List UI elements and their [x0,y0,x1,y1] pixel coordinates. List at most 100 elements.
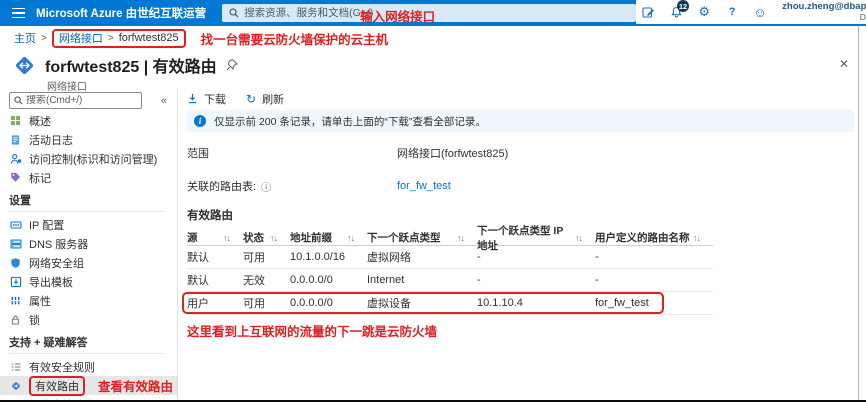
pin-icon[interactable] [226,59,238,71]
tag-icon [9,172,22,183]
refresh-button[interactable]: ↻ 刷新 [246,91,284,107]
breadcrumb-annotation: 找一台需要云防火墙保护的云主机 [201,29,389,48]
search-annotation: 输入网络接口 [360,6,435,25]
sidebar-section-settings: 设置 [0,187,177,210]
azure-portal-window: Microsoft Azure 由世纪互联运营 输入网络接口 12 ⚙ ? ☺ … [0,0,866,402]
table-header-row: 源↑↓ 状态↑↓ 地址前缀↑↓ 下一个跃点类型↑↓ 下一个跃点类型 IP 地址↑… [187,230,713,246]
sort-icon: ↑↓ [270,233,277,243]
table-annotation: 这里看到上互联网的流量的下一跳是云防火墙 [187,321,854,340]
dns-server-icon [9,238,22,250]
account-org: DBAPP [782,13,866,22]
feedback-smiley-icon[interactable]: ☺ [748,1,772,23]
sidebar-item-ip-config[interactable]: IP 配置 [0,215,177,234]
scope-row: 范围 网络接口(forfwtest825) [187,145,854,161]
route-table-label: 关联的路由表: [187,178,256,194]
breadcrumb: 主页 > 网络接口 > forfwtest825 找一台需要云防火墙保护的云主机 [0,26,866,50]
column-header-next-hop-type[interactable]: 下一个跃点类型↑↓ [367,230,477,245]
network-interface-icon [13,54,36,77]
shield-icon [9,257,22,269]
table-row: 默认 可用 10.1.0.0/16 虚拟网络 - - [187,246,713,269]
notifications-bell-icon[interactable]: 12 [664,1,688,23]
sidebar-section-support: 支持 + 疑难解答 [0,329,177,352]
command-bar: 下载 ↻ 刷新 [187,90,854,107]
sidebar-item-tags[interactable]: 标记 [0,168,177,187]
help-icon[interactable]: ? [720,1,744,23]
ip-config-icon [9,219,22,231]
directory-filter-icon[interactable] [636,1,660,23]
window-right-edge [858,26,859,400]
sort-icon: ↑↓ [457,233,464,243]
column-header-state[interactable]: 状态↑↓ [243,230,290,245]
column-header-source[interactable]: 源↑↓ [187,230,243,245]
brand-title: Microsoft Azure 由世纪互联运营 [36,5,206,21]
account-name: zhou.zheng@dbapp.p... [782,2,866,12]
sidebar-item-dns-servers[interactable]: DNS 服务器 [0,234,177,253]
sidebar-item-overview[interactable]: 概述 [0,111,177,130]
sort-icon: ↑↓ [223,233,230,243]
table-row: 默认 无效 0.0.0.0/0 Internet - - [187,269,713,292]
scope-label: 范围 [187,145,397,161]
sort-icon: ↑↓ [347,233,354,243]
top-bar: Microsoft Azure 由世纪互联运营 输入网络接口 12 ⚙ ? ☺ … [0,0,866,26]
sidebar-item-properties[interactable]: 属性 [0,291,177,310]
scope-value: 网络接口(forfwtest825) [397,145,854,161]
close-icon[interactable]: ✕ [839,57,849,71]
search-icon [229,8,239,18]
info-banner-text: 仅显示前 200 条记录，请单击上面的“下载”查看全部记录。 [214,114,486,129]
effective-routes-pane: 下载 ↻ 刷新 i 仅显示前 200 条记录，请单击上面的“下载”查看全部记录。… [178,88,866,402]
route-table-link[interactable]: for_fw_test [397,180,854,192]
breadcrumb-current-resource: forfwtest825 [119,32,179,44]
sidebar-item-network-security-group[interactable]: 网络安全组 [0,253,177,272]
info-banner: i 仅显示前 200 条记录，请单击上面的“下载”查看全部记录。 [187,110,854,132]
activity-log-icon [9,134,22,146]
effective-routes-section-title: 有效路由 [187,207,854,223]
divider [9,353,165,354]
overview-icon [9,115,22,126]
top-bar-blue-section: Microsoft Azure 由世纪互联运营 输入网络接口 [0,0,636,26]
effective-routes-table: 源↑↓ 状态↑↓ 地址前缀↑↓ 下一个跃点类型↑↓ 下一个跃点类型 IP 地址↑… [187,230,713,315]
download-button[interactable]: 下载 [187,91,226,107]
global-search-box[interactable]: 输入网络接口 [222,4,636,22]
sidebar-item-access-control[interactable]: 访问控制(标识和访问管理) [0,149,177,168]
page-title: forfwtest825 | 有效路由 [45,53,217,77]
settings-gear-icon[interactable]: ⚙ [692,1,716,23]
info-tooltip-icon[interactable]: ⓘ [261,179,271,194]
download-label: 下载 [204,91,226,107]
effective-routes-icon [9,380,22,392]
properties-sliders-icon [9,295,22,307]
sidebar-item-effective-routes[interactable]: 有效路由 查看有效路由 [0,376,177,395]
account-menu[interactable]: zhou.zheng@dbapp.p... DBAPP [782,2,866,22]
sidebar-item-export-template[interactable]: 导出模板 [0,272,177,291]
column-header-address-prefix[interactable]: 地址前缀↑↓ [290,230,367,245]
breadcrumb-separator: > [108,33,114,44]
breadcrumb-home[interactable]: 主页 [14,30,36,46]
sidebar-item-activity-log[interactable]: 活动日志 [0,130,177,149]
sort-icon: ↑↓ [575,233,582,243]
resource-sidebar: « 概述 活动日志 访问控制(标识和访问管理) 标记 设置 [0,88,178,402]
sidebar-item-effective-security-rules[interactable]: 有效安全规则 [0,357,177,376]
sidebar-search-input[interactable] [26,95,126,106]
hamburger-menu-icon[interactable] [0,8,36,19]
associated-route-table-row: 关联的路由表: ⓘ for_fw_test [187,178,854,194]
top-bar-icons-section: 12 ⚙ ? ☺ zhou.zheng@dbapp.p... DBAPP [636,0,866,26]
breadcrumb-network-interface[interactable]: 网络接口 [59,30,103,46]
table-row-highlighted: 用户 可用 0.0.0.0/0 虚拟设备 10.1.10.4 for_fw_te… [187,292,713,315]
breadcrumb-separator: > [41,33,47,44]
info-icon: i [194,115,206,127]
download-icon [187,93,198,104]
export-template-icon [9,276,22,288]
effective-routes-label-box: 有效路由 [29,376,85,396]
refresh-label: 刷新 [262,91,284,107]
breadcrumb-highlight-box: 网络接口 > forfwtest825 [52,29,186,48]
search-icon [14,96,23,105]
access-control-person-icon [9,153,22,165]
column-header-route-name[interactable]: 用户定义的路由名称↑↓ [595,230,713,245]
sort-icon: ↑↓ [693,233,700,243]
sidebar-item-locks[interactable]: 锁 [0,310,177,329]
security-rules-icon [9,361,22,373]
sidebar-collapse-button[interactable]: « [161,95,167,107]
effective-routes-annotation: 查看有效路由 [98,376,173,395]
sidebar-search-box[interactable] [9,92,142,109]
blade-header: forfwtest825 | 有效路由 网络接口 ✕ [0,50,866,88]
lock-icon [9,314,22,326]
